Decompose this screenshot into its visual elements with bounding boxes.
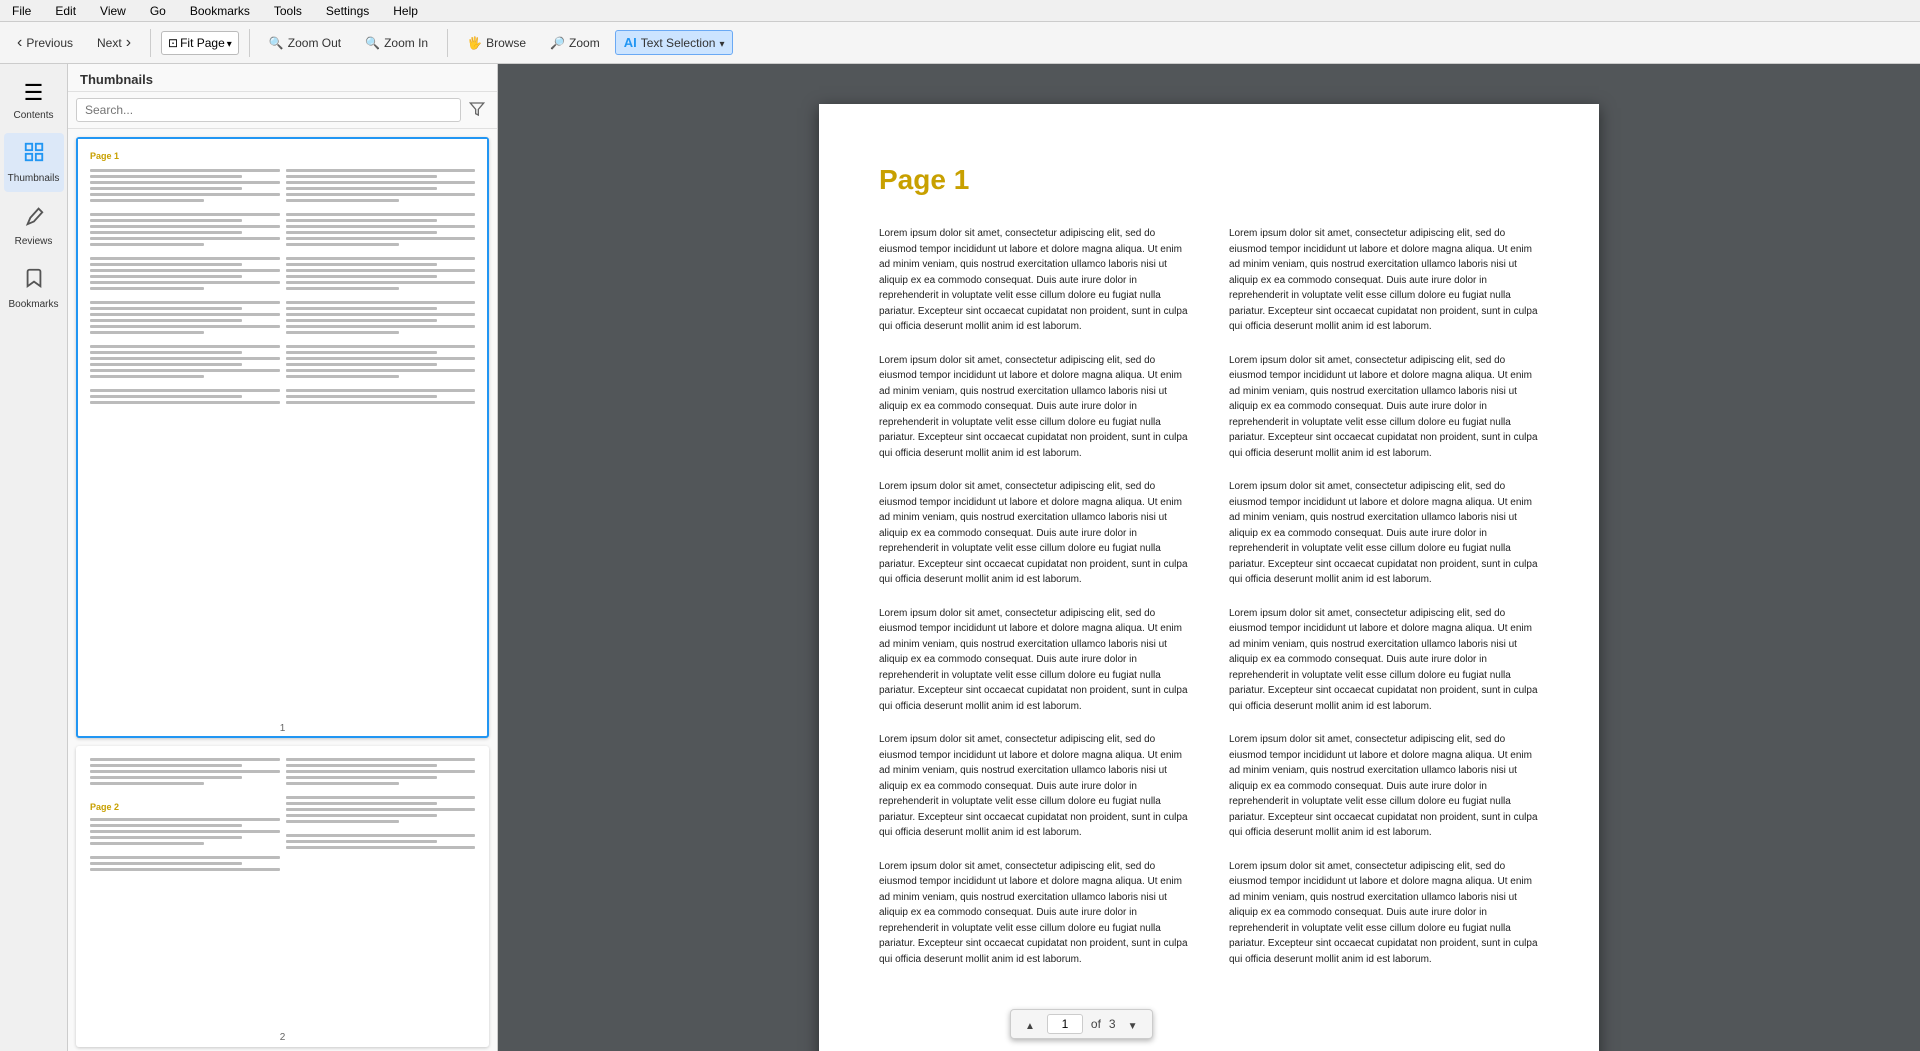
reviews-icon xyxy=(23,204,45,232)
pdf-page-1: Page 1 Lorem ipsum dolor sit amet, conse… xyxy=(819,104,1599,1051)
menu-go[interactable]: Go xyxy=(146,2,170,20)
pdf-page-title: Page 1 xyxy=(879,164,1539,196)
sidebar: ☰ Contents Thumbnails Reviews xyxy=(0,64,68,1051)
filter-button[interactable] xyxy=(465,99,489,122)
menu-view[interactable]: View xyxy=(96,2,130,20)
thumbnails-list: Page 1 xyxy=(68,129,497,1051)
bookmarks-icon xyxy=(23,267,45,295)
toolbar: Previous Next ⊡ Fit Page 🔍 Zoom Out 🔍 Zo… xyxy=(0,22,1920,64)
pdf-paragraph-9: Lorem ipsum dolor sit amet, consectetur … xyxy=(1229,479,1539,588)
page-number-input[interactable] xyxy=(1047,1014,1083,1034)
menu-help[interactable]: Help xyxy=(389,2,422,20)
page-down-button[interactable] xyxy=(1124,1014,1142,1034)
zoom-out-icon: 🔍 xyxy=(269,36,284,50)
sidebar-item-contents[interactable]: ☰ Contents xyxy=(4,72,64,129)
pdf-paragraph-12: Lorem ipsum dolor sit amet, consectetur … xyxy=(1229,859,1539,968)
text-selection-chevron xyxy=(719,36,724,50)
total-pages: 3 xyxy=(1109,1017,1116,1031)
separator-2 xyxy=(249,29,250,57)
arrow-down-icon xyxy=(1128,1018,1138,1032)
arrow-up-icon xyxy=(1025,1018,1035,1032)
sidebar-item-thumbnails[interactable]: Thumbnails xyxy=(4,133,64,192)
pdf-paragraph-1: Lorem ipsum dolor sit amet, consectetur … xyxy=(879,226,1189,335)
fit-page-icon: ⊡ xyxy=(168,36,178,50)
next-button[interactable]: Next xyxy=(88,29,140,57)
menu-bar: File Edit View Go Bookmarks Tools Settin… xyxy=(0,0,1920,22)
thumb-page-1-text xyxy=(90,169,475,407)
menu-tools[interactable]: Tools xyxy=(270,2,306,20)
pdf-paragraph-4: Lorem ipsum dolor sit amet, consectetur … xyxy=(879,606,1189,715)
thumbnail-page-1[interactable]: Page 1 xyxy=(76,137,489,738)
thumb-page-2-top: Page 2 xyxy=(90,758,475,874)
ai-icon: AI xyxy=(624,35,637,50)
of-label: of xyxy=(1091,1017,1101,1031)
thumbnails-panel: Thumbnails Page 1 xyxy=(68,64,498,1051)
fit-page-dropdown[interactable]: ⊡ Fit Page xyxy=(161,31,239,55)
chevron-right-icon xyxy=(126,34,131,52)
chevron-left-icon xyxy=(17,34,22,52)
pdf-paragraph-3: Lorem ipsum dolor sit amet, consectetur … xyxy=(879,479,1189,588)
bottom-navigation: of 3 xyxy=(1010,1009,1153,1039)
pdf-paragraph-7: Lorem ipsum dolor sit amet, consectetur … xyxy=(1229,226,1539,335)
sidebar-item-thumbnails-label: Thumbnails xyxy=(8,173,60,184)
search-input[interactable] xyxy=(76,98,461,122)
thumbnails-search-bar xyxy=(68,92,497,129)
zoom-in-button[interactable]: 🔍 Zoom In xyxy=(356,31,437,55)
thumbnails-icon xyxy=(23,141,45,169)
menu-file[interactable]: File xyxy=(8,2,35,20)
thumbnails-header: Thumbnails xyxy=(68,64,497,92)
thumb-page-1-num: 1 xyxy=(78,719,487,736)
browse-button[interactable]: 🖐 Browse xyxy=(458,31,535,55)
thumb-page-2-num: 2 xyxy=(78,1028,487,1045)
menu-settings[interactable]: Settings xyxy=(322,2,373,20)
previous-button[interactable]: Previous xyxy=(8,29,82,57)
contents-icon: ☰ xyxy=(24,80,44,106)
zoom-icon: 🔎 xyxy=(550,36,565,50)
viewer-area[interactable]: Page 1 Lorem ipsum dolor sit amet, conse… xyxy=(498,64,1920,1051)
thumb-page-1-title: Page 1 xyxy=(90,151,475,161)
page-up-button[interactable] xyxy=(1021,1014,1039,1034)
main-layout: ☰ Contents Thumbnails Reviews xyxy=(0,64,1920,1051)
browse-icon: 🖐 xyxy=(467,36,482,50)
zoom-out-button[interactable]: 🔍 Zoom Out xyxy=(260,31,350,55)
pdf-column-right: Lorem ipsum dolor sit amet, consectetur … xyxy=(1229,226,1539,985)
sidebar-item-reviews-label: Reviews xyxy=(15,236,53,247)
thumbnail-page-2-content: Page 2 xyxy=(78,748,487,1028)
menu-bookmarks[interactable]: Bookmarks xyxy=(186,2,254,20)
sidebar-item-bookmarks[interactable]: Bookmarks xyxy=(4,259,64,318)
pdf-content: Lorem ipsum dolor sit amet, consectetur … xyxy=(879,226,1539,985)
pdf-paragraph-5: Lorem ipsum dolor sit amet, consectetur … xyxy=(879,732,1189,841)
separator-3 xyxy=(447,29,448,57)
thumbnail-page-1-content: Page 1 xyxy=(78,139,487,719)
pdf-paragraph-8: Lorem ipsum dolor sit amet, consectetur … xyxy=(1229,353,1539,462)
chevron-down-icon xyxy=(227,36,232,50)
sidebar-item-contents-label: Contents xyxy=(13,110,53,121)
sidebar-item-reviews[interactable]: Reviews xyxy=(4,196,64,255)
pdf-paragraph-2: Lorem ipsum dolor sit amet, consectetur … xyxy=(879,353,1189,462)
text-selection-button[interactable]: AI Text Selection xyxy=(615,30,734,55)
pdf-paragraph-10: Lorem ipsum dolor sit amet, consectetur … xyxy=(1229,606,1539,715)
menu-edit[interactable]: Edit xyxy=(51,2,80,20)
separator-1 xyxy=(150,29,151,57)
sidebar-item-bookmarks-label: Bookmarks xyxy=(9,299,59,310)
thumbnail-page-2[interactable]: Page 2 2 xyxy=(76,746,489,1047)
zoom-in-icon: 🔍 xyxy=(365,36,380,50)
pdf-paragraph-6: Lorem ipsum dolor sit amet, consectetur … xyxy=(879,859,1189,968)
zoom-button[interactable]: 🔎 Zoom xyxy=(541,31,609,55)
pdf-column-left: Lorem ipsum dolor sit amet, consectetur … xyxy=(879,226,1189,985)
pdf-paragraph-11: Lorem ipsum dolor sit amet, consectetur … xyxy=(1229,732,1539,841)
